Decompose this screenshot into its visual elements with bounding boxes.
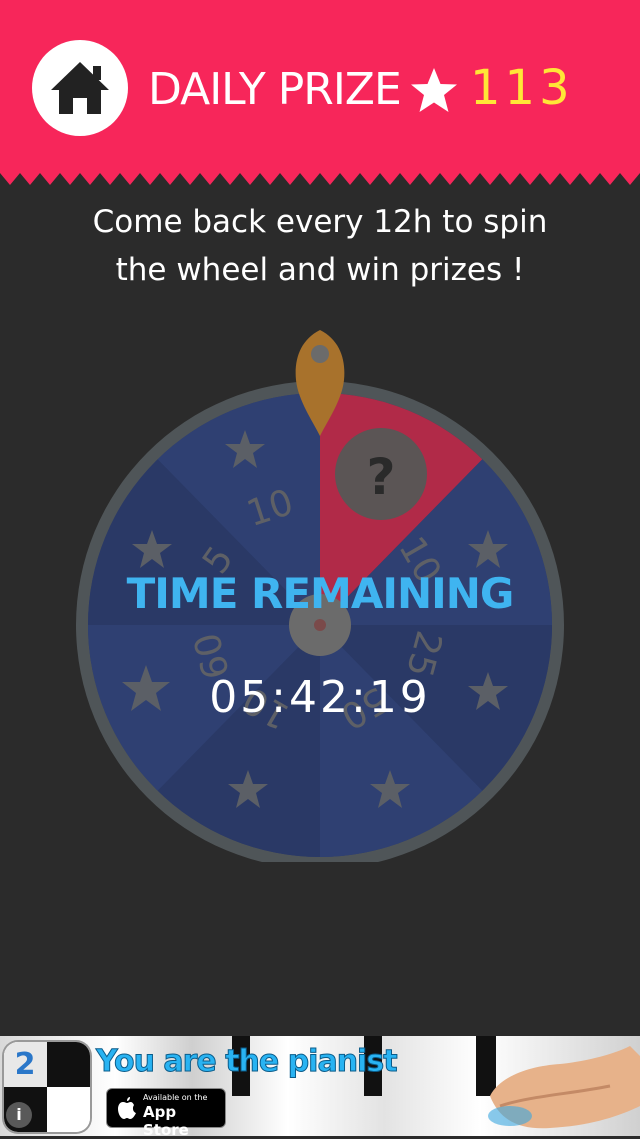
home-icon: [51, 62, 109, 114]
time-remaining-label: TIME REMAINING: [126, 569, 515, 618]
instructions-line-2: the wheel and win prizes !: [115, 252, 525, 288]
star-score: 113: [470, 60, 574, 116]
header-zigzag-edge: [0, 171, 640, 185]
star-icon: [411, 68, 457, 112]
badge-small-text: Available on the: [143, 1093, 208, 1102]
page-title: DAILY PRIZE: [148, 64, 402, 115]
info-icon[interactable]: i: [6, 1102, 32, 1128]
hand-icon: [488, 1046, 640, 1129]
home-button[interactable]: [32, 40, 128, 136]
countdown-timer: 05:42:19: [209, 672, 431, 723]
badge-store-name: App Store: [143, 1103, 189, 1139]
ad-headline: You are the pianist: [96, 1044, 399, 1080]
app-icon-number: 2: [15, 1047, 36, 1082]
spin-instructions: Come back every 12h to spin the wheel an…: [0, 198, 640, 294]
ad-banner[interactable]: 2 You are the pianist: [0, 1036, 640, 1136]
question-icon: ?: [366, 448, 395, 506]
app-store-badge[interactable]: Available on the App Store: [106, 1088, 226, 1139]
apple-icon: [118, 1097, 136, 1119]
instructions-line-1: Come back every 12h to spin: [92, 204, 548, 240]
